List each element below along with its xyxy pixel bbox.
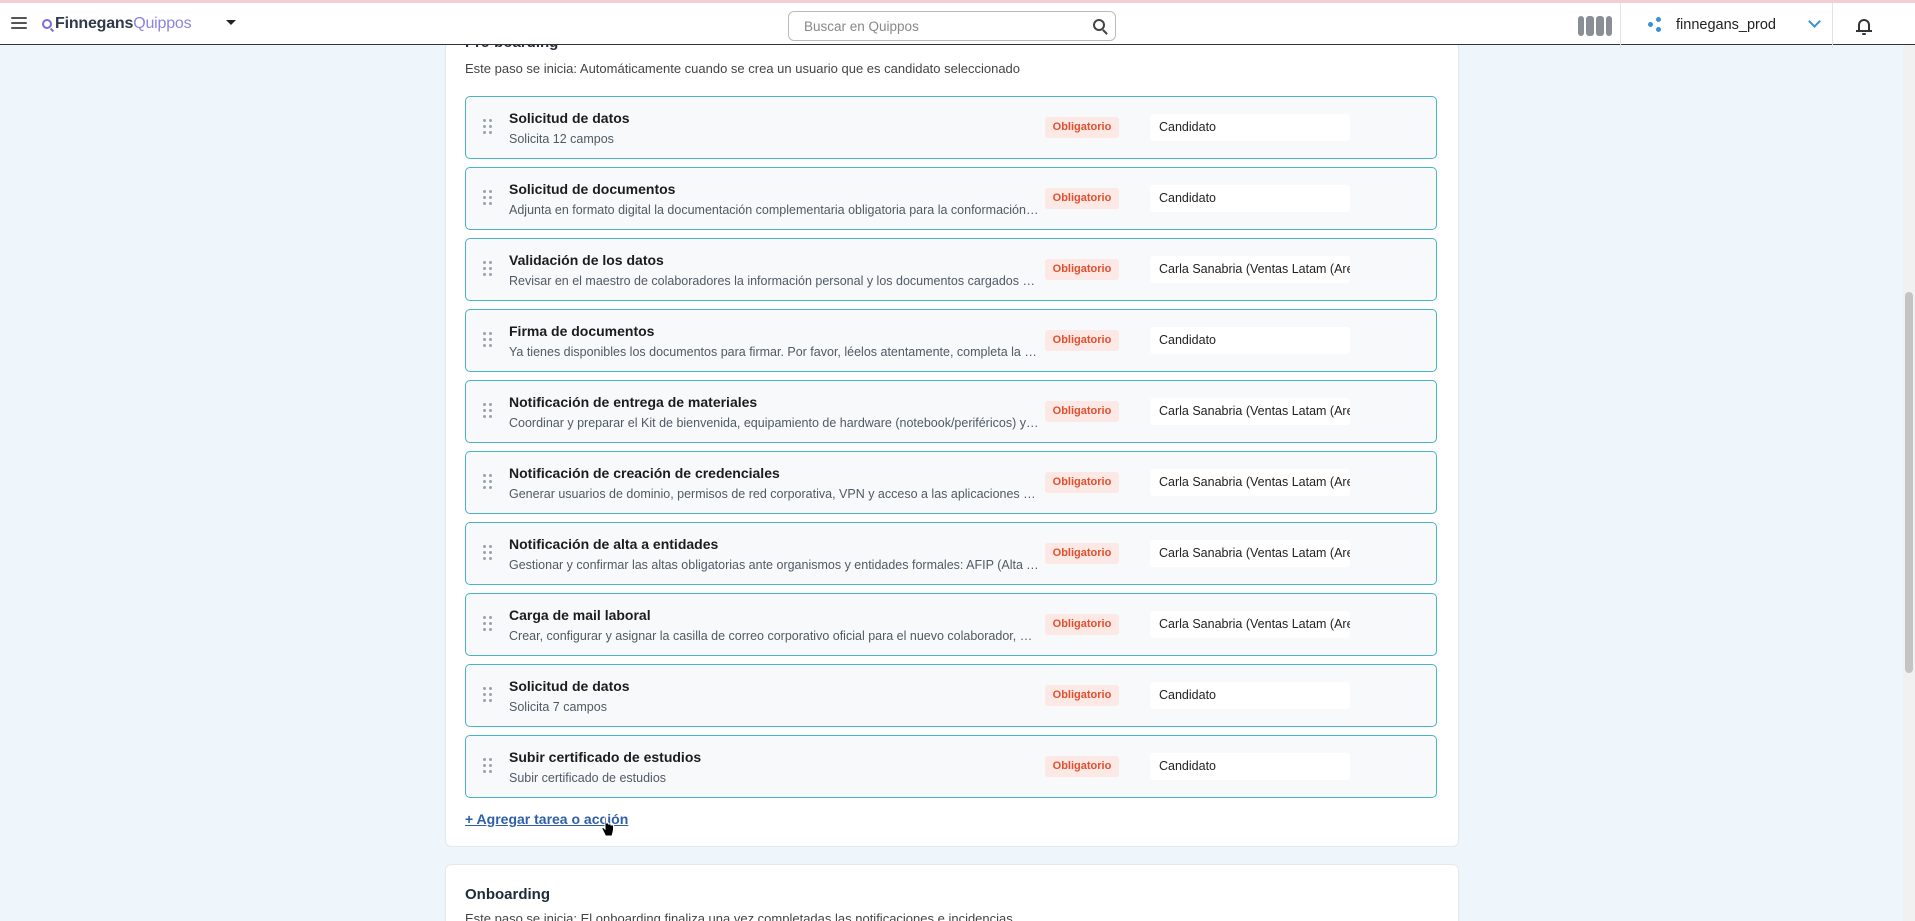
task-card[interactable]: Validación de los datos Revisar en el mae…: [465, 238, 1437, 301]
task-title: Notificación de creación de credenciales: [509, 465, 780, 481]
task-card[interactable]: Solicitud de documentos Adjunta en format…: [465, 167, 1437, 230]
required-badge: Obligatorio: [1045, 117, 1119, 138]
task-description: Generar usuarios de dominio, permisos de…: [509, 487, 1039, 501]
required-badge: Obligatorio: [1045, 330, 1119, 351]
task-title: Carga de mail laboral: [509, 607, 651, 623]
drag-handle-icon[interactable]: [483, 119, 492, 137]
task-description: Revisar en el maestro de colaboradores l…: [509, 274, 1039, 288]
drag-handle-icon[interactable]: [483, 474, 492, 492]
quippos-logo-icon: [42, 19, 52, 29]
task-description: Coordinar y preparar el Kit de bienvenid…: [509, 416, 1039, 430]
task-title: Solicitud de datos: [509, 110, 630, 126]
assignee-field[interactable]: Candidato: [1150, 753, 1350, 780]
drag-handle-icon[interactable]: [483, 616, 492, 634]
task-card[interactable]: Firma de documentos Ya tienes disponibles…: [465, 309, 1437, 372]
required-badge: Obligatorio: [1045, 543, 1119, 564]
task-card[interactable]: Subir certificado de estudios Subir certi…: [465, 735, 1437, 798]
task-description: Gestionar y confirmar las altas obligato…: [509, 558, 1039, 572]
task-title: Subir certificado de estudios: [509, 749, 702, 765]
hamburger-menu-icon[interactable]: [11, 17, 27, 30]
drag-handle-icon[interactable]: [483, 545, 492, 563]
section-description: Este paso se inicia: Automáticamente cua…: [465, 61, 1021, 76]
section-title: Onboarding: [465, 886, 550, 903]
assignee-field[interactable]: Candidato: [1150, 114, 1350, 141]
logo-brand-primary: Finnegans: [55, 15, 134, 32]
task-title: Firma de documentos: [509, 323, 655, 339]
required-badge: Obligatorio: [1045, 259, 1119, 280]
drag-handle-icon[interactable]: [483, 758, 492, 776]
task-title: Notificación de entrega de materiales: [509, 394, 758, 410]
tenant-name: finnegans_prod: [1676, 17, 1776, 33]
user-avatar-icon[interactable]: [1578, 12, 1612, 40]
drag-handle-icon[interactable]: [483, 687, 492, 705]
assignee-field[interactable]: Carla Sanabria (Ventas Latam (Area: [1150, 256, 1350, 283]
task-card[interactable]: Notificación de entrega de materiales Coo…: [465, 380, 1437, 443]
task-title: Solicitud de documentos: [509, 181, 676, 197]
assignee-field[interactable]: Carla Sanabria (Ventas Latam (Area: [1150, 398, 1350, 425]
pointer-cursor-icon: [601, 816, 614, 837]
task-card[interactable]: Solicitud de datos Solicita 7 campos Oblig…: [465, 664, 1437, 727]
app-logo[interactable]: Finnegans Quippos: [42, 15, 192, 33]
task-card[interactable]: Notificación de creación de credenciales…: [465, 451, 1437, 514]
chevron-down-icon: [1808, 15, 1821, 28]
assignee-field[interactable]: Carla Sanabria (Ventas Latam (Area: [1150, 540, 1350, 567]
task-title: Solicitud de datos: [509, 678, 630, 694]
required-badge: Obligatorio: [1045, 614, 1119, 635]
section-description: Este paso se inicia: El onboarding final…: [465, 911, 1013, 921]
scrollbar-thumb[interactable]: [1905, 292, 1913, 673]
assignee-field[interactable]: Candidato: [1150, 185, 1350, 212]
required-badge: Obligatorio: [1045, 188, 1119, 209]
vertical-scrollbar[interactable]: [1903, 45, 1915, 921]
required-badge: Obligatorio: [1045, 685, 1119, 706]
caret-down-icon[interactable]: [226, 20, 236, 25]
task-description: Adjunta en formato digital la documentac…: [509, 203, 1039, 217]
task-description: Solicita 12 campos: [509, 132, 614, 146]
assignee-field[interactable]: Carla Sanabria (Ventas Latam (Area: [1150, 469, 1350, 496]
required-badge: Obligatorio: [1045, 401, 1119, 422]
logo-brand-secondary: Quippos: [133, 15, 192, 32]
task-title: Notificación de alta a entidades: [509, 536, 719, 552]
divider: [1832, 3, 1833, 48]
drag-handle-icon[interactable]: [483, 332, 492, 350]
task-card[interactable]: Solicitud de datos Solicita 12 campos Obli…: [465, 96, 1437, 159]
bell-icon[interactable]: [1856, 19, 1872, 35]
required-badge: Obligatorio: [1045, 756, 1119, 777]
search-input[interactable]: Buscar en Quippos: [788, 11, 1116, 41]
search-placeholder: Buscar en Quippos: [804, 18, 919, 34]
assignee-field[interactable]: Candidato: [1150, 682, 1350, 709]
task-card[interactable]: Carga de mail laboral Crear, configurar y…: [465, 593, 1437, 656]
drag-handle-icon[interactable]: [483, 190, 492, 208]
tenant-selector[interactable]: finnegans_prod: [1620, 3, 1832, 48]
task-card[interactable]: Notificación de alta a entidades Gestiona…: [465, 522, 1437, 585]
drag-handle-icon[interactable]: [483, 403, 492, 421]
task-description: Subir certificado de estudios: [509, 771, 667, 785]
task-description: Solicita 7 campos: [509, 700, 607, 714]
search-icon[interactable]: [1093, 19, 1105, 31]
task-description: Crear, configurar y asignar la casilla d…: [509, 629, 1039, 643]
drag-handle-icon[interactable]: [483, 261, 492, 279]
top-bar: Finnegans Quippos Buscar en Quippos finn…: [0, 0, 1915, 48]
task-description: Ya tienes disponibles los documentos par…: [509, 345, 1039, 359]
task-title: Validación de los datos: [509, 252, 664, 268]
assignee-field[interactable]: Carla Sanabria (Ventas Latam (Area: [1150, 611, 1350, 638]
required-badge: Obligatorio: [1045, 472, 1119, 493]
assignee-field[interactable]: Candidato: [1150, 327, 1350, 354]
share-nodes-icon: [1648, 17, 1662, 32]
